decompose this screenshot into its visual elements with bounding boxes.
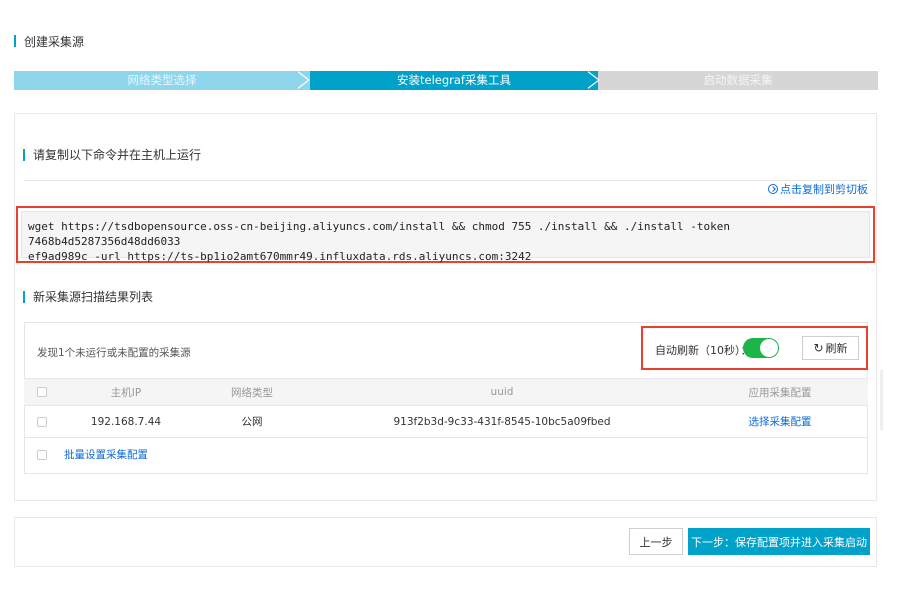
step-network-type[interactable]: 网络类型选择	[14, 71, 310, 90]
section-accent-bar	[23, 290, 25, 303]
step-separator-arrow	[296, 71, 308, 89]
refresh-controls: 自动刷新（10秒）： ↻ 刷新	[641, 326, 868, 370]
command-line: wget https://tsdbopensource.oss-cn-beiji…	[28, 220, 730, 248]
footer-bar: 上一步 下一步：保存配置项并进入采集启动	[14, 517, 877, 567]
cell-config: 选择采集配置	[692, 405, 868, 438]
select-config-link[interactable]: 选择采集配置	[749, 416, 812, 428]
copy-to-clipboard-link[interactable]: 点击复制到剪切板	[768, 181, 868, 197]
scrollbar[interactable]	[880, 370, 883, 430]
step-label: 网络类型选择	[127, 73, 197, 87]
scan-section-title-text: 新采集源扫描结果列表	[33, 290, 154, 304]
divider	[24, 180, 868, 181]
step-install-telegraf[interactable]: 安装telegraf采集工具	[310, 71, 598, 90]
found-count-text: 发现1个未运行或未配置的采集源	[37, 347, 191, 359]
column-header-uuid: uuid	[312, 378, 692, 406]
cell-network: 公网	[192, 405, 312, 438]
refresh-icon: ↻	[813, 341, 824, 355]
refresh-button-label: 刷新	[825, 342, 848, 355]
step-start-collection[interactable]: 启动数据采集	[598, 71, 878, 90]
toggle-knob	[760, 339, 778, 357]
next-step-button[interactable]: 下一步：保存配置项并进入采集启动	[688, 528, 870, 555]
section-accent-bar	[23, 148, 25, 161]
command-box: wget https://tsdbopensource.oss-cn-beiji…	[16, 206, 875, 263]
auto-refresh-toggle[interactable]	[743, 338, 779, 358]
cell-ip: 192.168.7.44	[60, 405, 192, 438]
column-header-network: 网络类型	[192, 378, 312, 406]
batch-row: 批量设置采集配置	[24, 438, 868, 472]
install-section-title: 请复制以下命令并在主机上运行	[23, 146, 201, 163]
select-all-checkbox[interactable]	[37, 387, 47, 397]
command-text[interactable]: wget https://tsdbopensource.oss-cn-beiji…	[21, 211, 870, 263]
column-header-config: 应用采集配置	[692, 378, 868, 406]
step-label: 启动数据采集	[703, 73, 773, 87]
install-section-title-text: 请复制以下命令并在主机上运行	[33, 148, 202, 162]
page-title-text: 创建采集源	[24, 34, 85, 49]
page-title: 创建采集源	[14, 34, 85, 49]
column-header-ip: 主机IP	[60, 378, 192, 406]
prev-step-button[interactable]: 上一步	[629, 528, 683, 555]
copy-icon	[768, 184, 778, 194]
wizard-steps: 网络类型选择 安装telegraf采集工具 启动数据采集	[14, 71, 878, 90]
table-header-row: 主机IP 网络类型 uuid 应用采集配置	[24, 378, 868, 406]
scan-section-title: 新采集源扫描结果列表	[23, 288, 153, 305]
copy-link-text: 点击复制到剪切板	[780, 183, 868, 196]
step-separator-arrow	[586, 71, 598, 89]
row-checkbox[interactable]	[37, 416, 47, 427]
select-all-cell	[24, 378, 60, 406]
title-accent-bar	[14, 35, 16, 47]
refresh-button[interactable]: ↻ 刷新	[802, 336, 859, 360]
row-select-cell	[24, 405, 60, 438]
auto-refresh-label: 自动刷新（10秒）：	[655, 344, 752, 357]
cell-uuid: 913f2b3d-9c33-431f-8545-10bc5a09fbed	[312, 405, 692, 438]
table-row: 192.168.7.44 公网 913f2b3d-9c33-431f-8545-…	[24, 405, 868, 438]
batch-config-link[interactable]: 批量设置采集配置	[64, 449, 148, 461]
batch-cell: 批量设置采集配置	[60, 438, 868, 472]
command-line: ef9ad989c -url https://ts-bp1io2amt670mm…	[28, 250, 532, 263]
scan-result-table: 主机IP 网络类型 uuid 应用采集配置 192.168.7.44 公网 91…	[24, 378, 868, 472]
batch-checkbox[interactable]	[37, 449, 47, 460]
step-label: 安装telegraf采集工具	[397, 73, 511, 87]
batch-select-cell	[24, 438, 60, 472]
install-panel: 请复制以下命令并在主机上运行 点击复制到剪切板 wget https://tsd…	[14, 113, 877, 501]
